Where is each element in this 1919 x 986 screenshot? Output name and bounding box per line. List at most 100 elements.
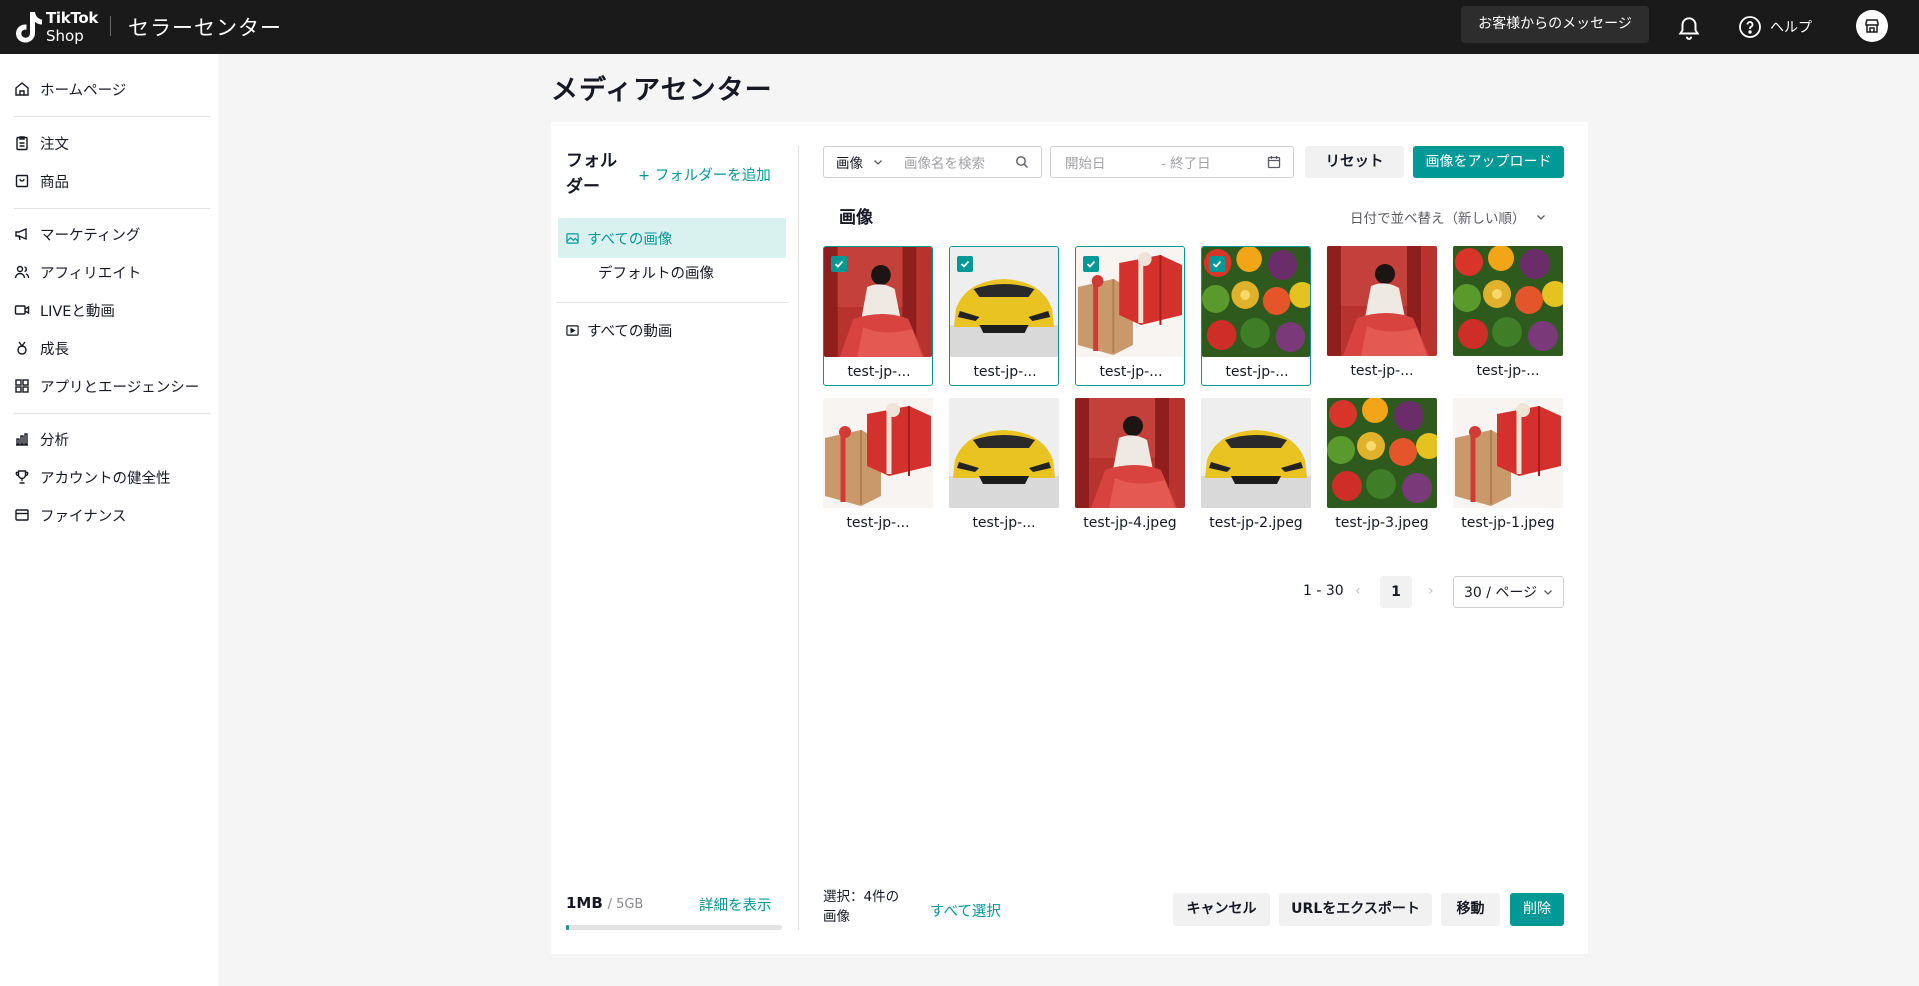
- apps-icon: [15, 379, 29, 393]
- checkbox-checked[interactable]: [957, 256, 973, 272]
- store-icon: [1865, 19, 1879, 33]
- sidebar-item-products[interactable]: 商品: [14, 166, 69, 196]
- question-circle-icon: [1739, 16, 1761, 38]
- image-thumbnail[interactable]: test-jp-...: [823, 246, 933, 386]
- delete-button[interactable]: 削除: [1510, 893, 1564, 926]
- customer-messages-button[interactable]: お客様からのメッセージ: [1461, 6, 1649, 43]
- search-icon[interactable]: [1015, 155, 1029, 169]
- thumbnail-label: test-jp-2.jpeg: [1209, 515, 1303, 531]
- sidebar-item-account-health[interactable]: アカウントの健全性: [14, 462, 171, 492]
- image-icon: [566, 232, 579, 244]
- sidebar-item-live-video[interactable]: LIVEと動画: [14, 295, 115, 325]
- reset-button[interactable]: リセット: [1305, 146, 1404, 178]
- chevron-down-icon: [874, 160, 882, 165]
- sidebar-item-analytics[interactable]: 分析: [14, 424, 69, 454]
- storage-used: 1MB: [566, 894, 603, 912]
- move-button[interactable]: 移動: [1441, 893, 1500, 926]
- sort-select[interactable]: 日付で並べ替え（新しい順）: [1350, 207, 1546, 227]
- thumbnail-image: [1201, 398, 1311, 508]
- sidebar-item-finance[interactable]: ファイナンス: [14, 500, 126, 530]
- folder-label: すべての動画: [587, 324, 673, 340]
- image-thumbnail[interactable]: test-jp-...: [1201, 246, 1311, 386]
- image-thumbnail[interactable]: test-jp-...: [823, 398, 933, 538]
- tiktok-shop-logo[interactable]: TikTok Shop: [14, 8, 104, 46]
- image-thumbnail[interactable]: test-jp-...: [949, 246, 1059, 386]
- checkbox-checked[interactable]: [1083, 256, 1099, 272]
- panel-divider: [798, 146, 799, 930]
- thumbnail-label: test-jp-...: [847, 364, 911, 380]
- thumbnail-label: test-jp-...: [1225, 364, 1289, 380]
- medal-icon: [17, 341, 27, 355]
- date-end-input[interactable]: - 終了日: [1161, 152, 1267, 172]
- image-thumbnail[interactable]: test-jp-4.jpeg: [1075, 398, 1185, 538]
- folder-all-images[interactable]: すべての画像: [558, 218, 786, 258]
- help-button[interactable]: ヘルプ: [1738, 12, 1812, 42]
- sidebar-item-label: 分析: [40, 432, 69, 449]
- sidebar-divider: [14, 208, 210, 209]
- sidebar-item-orders[interactable]: 注文: [14, 128, 69, 158]
- sidebar-item-label: LIVEと動画: [40, 303, 115, 320]
- folder-label: すべての画像: [587, 231, 673, 248]
- export-url-button[interactable]: URLをエクスポート: [1279, 893, 1432, 926]
- chevron-down-icon: [1544, 590, 1552, 595]
- users-icon: [14, 265, 30, 279]
- logo-text-tiktok: TikTok: [46, 9, 99, 27]
- checkbox-checked[interactable]: [831, 256, 847, 272]
- sidebar-item-home[interactable]: ホームページ: [14, 74, 126, 104]
- sidebar-item-apps[interactable]: アプリとエージェンシー: [14, 371, 199, 401]
- image-thumbnail[interactable]: test-jp-3.jpeg: [1327, 398, 1437, 538]
- thumbnail-label: test-jp-...: [846, 515, 910, 531]
- sidebar-item-affiliate[interactable]: アフィリエイト: [14, 257, 141, 287]
- cancel-button[interactable]: キャンセル: [1173, 893, 1270, 926]
- bell-icon[interactable]: [1676, 14, 1702, 40]
- thumbnail-label: test-jp-...: [1099, 364, 1163, 380]
- folder-all-videos[interactable]: すべての動画: [566, 320, 672, 341]
- storage-detail-link[interactable]: 詳細を表示: [699, 894, 772, 915]
- thumbnail-label: test-jp-3.jpeg: [1335, 515, 1429, 531]
- help-label: ヘルプ: [1770, 20, 1812, 36]
- thumbnail-label: test-jp-4.jpeg: [1083, 515, 1177, 531]
- chevron-down-icon: [1536, 215, 1545, 220]
- sidebar-item-label: 成長: [40, 341, 69, 358]
- checkbox-checked[interactable]: [1209, 256, 1225, 272]
- image-thumbnail[interactable]: test-jp-...: [1327, 246, 1437, 386]
- megaphone-icon: [15, 227, 27, 241]
- video-icon: [14, 305, 30, 315]
- sidebar-item-label: アフィリエイト: [40, 265, 142, 282]
- sidebar-item-growth[interactable]: 成長: [14, 333, 69, 363]
- storage-progress-bar: [566, 925, 782, 930]
- thumbnail-label: test-jp-...: [973, 364, 1037, 380]
- thumbnail-label: test-jp-...: [1476, 363, 1540, 379]
- folder-default-images[interactable]: デフォルトの画像: [598, 262, 714, 283]
- pagination-next-button[interactable]: ›: [1428, 583, 1434, 599]
- thumbnail-image: [1327, 398, 1437, 508]
- add-folder-link[interactable]: + フォルダーを追加: [638, 164, 771, 185]
- media-type-select[interactable]: 画像: [824, 152, 904, 172]
- pagination-page-1[interactable]: 1: [1380, 576, 1412, 608]
- date-range-picker[interactable]: 開始日 - 終了日: [1050, 146, 1294, 178]
- tiktok-logo-icon: [16, 12, 42, 43]
- pagination-prev-button[interactable]: ‹: [1355, 583, 1361, 599]
- sort-label: 日付で並べ替え（新しい順）: [1350, 211, 1526, 227]
- top-bar: TikTok Shop セラーセンター お客様からのメッセージ ヘルプ: [0, 0, 1919, 54]
- image-thumbnail[interactable]: test-jp-...: [949, 398, 1059, 538]
- image-search-input[interactable]: 画像名を検索: [904, 152, 1015, 172]
- image-thumbnail[interactable]: test-jp-...: [1075, 246, 1185, 386]
- thumbnail-image: [1075, 398, 1185, 508]
- selected-count: 選択：4件の画像: [823, 889, 900, 925]
- shop-avatar[interactable]: [1856, 10, 1888, 42]
- image-thumbnail[interactable]: test-jp-1.jpeg: [1453, 398, 1563, 538]
- image-thumbnail[interactable]: test-jp-2.jpeg: [1201, 398, 1311, 538]
- select-all-link[interactable]: すべて選択: [930, 900, 1001, 921]
- sidebar-item-marketing[interactable]: マーケティング: [14, 219, 140, 249]
- upload-image-button[interactable]: 画像をアップロード: [1413, 146, 1564, 178]
- sidebar-divider: [14, 116, 210, 117]
- sidebar-item-label: マーケティング: [40, 227, 141, 244]
- calendar-icon: [1267, 156, 1281, 169]
- thumbnail-label: test-jp-...: [1350, 363, 1414, 379]
- date-start-input[interactable]: 開始日: [1065, 152, 1161, 172]
- page-size-select[interactable]: 30 / ページ: [1453, 576, 1564, 608]
- storage-usage: 1MB / 5GB: [566, 894, 643, 912]
- image-thumbnail[interactable]: test-jp-...: [1453, 246, 1563, 386]
- thumbnail-image: [949, 398, 1059, 508]
